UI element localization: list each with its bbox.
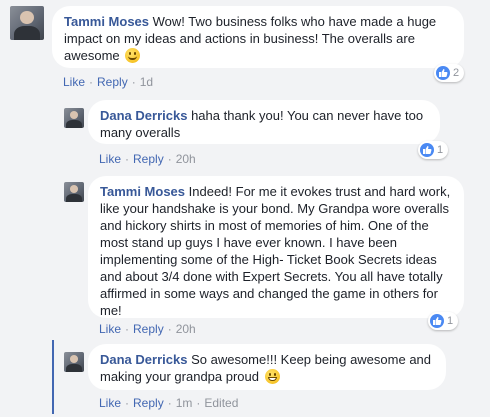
comment-actions: Like · Reply · 1d xyxy=(63,75,154,89)
reply-link[interactable]: Reply xyxy=(133,322,164,336)
comment-author[interactable]: Dana Derricks xyxy=(100,352,187,367)
comment-bubble: Dana Derricks haha thank you! You can ne… xyxy=(88,100,440,144)
reaction-count[interactable]: 1 xyxy=(428,312,459,330)
comment-bubble: Dana Derricks So awesome!!! Keep being a… xyxy=(88,344,446,390)
comment-text: and about 3/4 done with Expert Secrets. … xyxy=(100,269,443,284)
comment-author[interactable]: Tammi Moses xyxy=(64,14,149,29)
like-reaction-icon xyxy=(430,314,444,328)
comment-author[interactable]: Tammi Moses xyxy=(100,184,185,199)
comment-actions: Like · Reply · 1m · Edited xyxy=(99,396,239,410)
reaction-count-text: 1 xyxy=(447,315,454,327)
avatar[interactable] xyxy=(64,108,84,128)
comment-actions: Like · Reply · 20h xyxy=(99,152,196,166)
like-link[interactable]: Like xyxy=(99,396,121,410)
edited-label[interactable]: Edited xyxy=(204,396,238,410)
like-link[interactable]: Like xyxy=(99,322,121,336)
comment-text: implementing some of the High- Ticket Bo… xyxy=(100,252,437,267)
reaction-count-text: 2 xyxy=(453,67,460,79)
comment-text: Wow! Two business folks who have made a … xyxy=(152,14,437,29)
grinning-face-icon xyxy=(264,369,280,384)
reply-link[interactable]: Reply xyxy=(133,396,164,410)
comment-text: So awesome!!! Keep being awesome and xyxy=(191,352,432,367)
comment-author[interactable]: Dana Derricks xyxy=(100,108,187,123)
reaction-count-text: 1 xyxy=(437,144,444,156)
reaction-count[interactable]: 1 xyxy=(418,141,449,159)
comment-text: affirmed in some ways and changed the ga… xyxy=(100,286,438,301)
timestamp[interactable]: 1m xyxy=(176,396,193,410)
comment-text: awesome xyxy=(64,48,120,63)
comment-actions: Like · Reply · 20h xyxy=(99,322,196,336)
reaction-count[interactable]: 2 xyxy=(434,64,465,82)
timestamp[interactable]: 1d xyxy=(140,75,153,89)
comment-text: impact on my ideas and actions in busine… xyxy=(64,31,415,46)
avatar[interactable] xyxy=(64,182,84,202)
comment-text: making your grandpa proud xyxy=(100,369,259,384)
like-reaction-icon xyxy=(436,66,450,80)
comment-text: Indeed! For me it evokes trust and hard … xyxy=(188,184,451,199)
comment-text: many overalls xyxy=(100,125,181,140)
reply-link[interactable]: Reply xyxy=(133,152,164,166)
comment-bubble: Tammi Moses Indeed! For me it evokes tru… xyxy=(88,176,464,318)
slightly-smiling-face-icon xyxy=(125,48,141,63)
avatar[interactable] xyxy=(64,352,84,372)
like-link[interactable]: Like xyxy=(99,152,121,166)
comment-text: and hickory shirts in most of memories o… xyxy=(100,218,429,233)
comment-bubble: Tammi Moses Wow! Two business folks who … xyxy=(52,6,464,68)
comment-text: like your handshake is your bond. My Gra… xyxy=(100,201,450,216)
timestamp[interactable]: 20h xyxy=(176,152,196,166)
comment-text: me! xyxy=(100,303,122,318)
comment-text: haha thank you! You can never have too xyxy=(191,108,424,123)
avatar[interactable] xyxy=(10,6,44,40)
new-reply-indicator xyxy=(52,340,54,414)
like-reaction-icon xyxy=(420,143,434,157)
like-link[interactable]: Like xyxy=(63,75,85,89)
comment-text: most stand up guys I have ever known. I … xyxy=(100,235,398,250)
reply-link[interactable]: Reply xyxy=(97,75,128,89)
timestamp[interactable]: 20h xyxy=(176,322,196,336)
